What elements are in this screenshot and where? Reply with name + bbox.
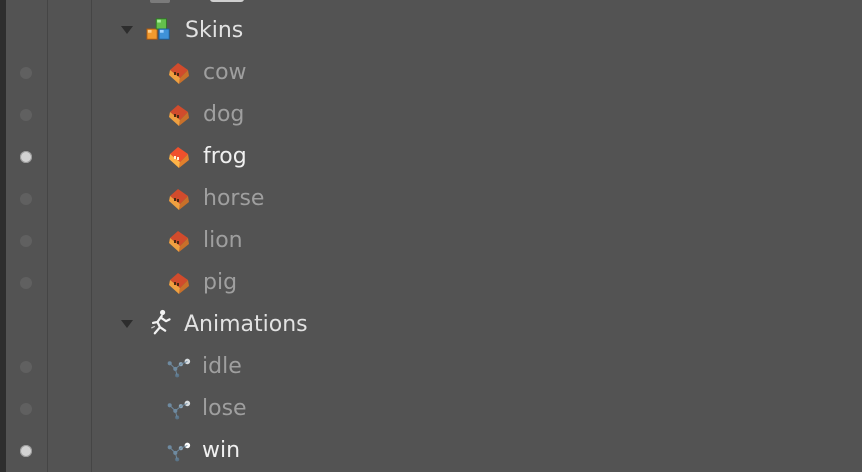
tree-node-skin[interactable]: lion — [0, 220, 862, 262]
tree-node-label: horse — [203, 186, 265, 211]
visibility-dot[interactable] — [20, 193, 32, 205]
collapse-triangle-icon[interactable] — [121, 320, 133, 328]
tree-node-label: win — [202, 438, 241, 463]
skin-icon — [169, 147, 189, 168]
tree-node-label: Skins — [185, 18, 244, 43]
tree-node-skins[interactable]: Skins — [0, 10, 862, 52]
animation-node-icon — [167, 400, 191, 420]
tree-node-animation[interactable]: idle — [0, 346, 862, 388]
tree-node-label: idle — [202, 354, 242, 379]
tree-node-animations[interactable]: Animations — [0, 304, 862, 346]
tree-node-label: lose — [202, 396, 247, 421]
animation-run-icon — [151, 309, 171, 335]
cropped-tree-label — [210, 0, 244, 2]
animation-node-icon — [167, 358, 191, 378]
tree-node-label: pig — [203, 270, 238, 295]
visibility-dot[interactable] — [20, 235, 32, 247]
tree-node-animation[interactable]: lose — [0, 388, 862, 430]
skins-icon — [146, 18, 170, 40]
collapse-triangle-icon[interactable] — [121, 26, 133, 34]
tree-node-label: dog — [203, 102, 245, 127]
tree-node-label: frog — [203, 144, 247, 169]
skin-icon — [169, 231, 189, 252]
animation-node-icon — [167, 442, 191, 462]
tree-node-skin[interactable]: cow — [0, 52, 862, 94]
visibility-dot[interactable] — [20, 361, 32, 373]
tree-node-skin[interactable]: pig — [0, 262, 862, 304]
tree-node-skin-active[interactable]: frog — [0, 136, 862, 178]
skin-icon — [169, 189, 189, 210]
tree-node-animation-active[interactable]: win — [0, 430, 862, 472]
tree-node-label: Animations — [184, 312, 308, 337]
tree-node-label: lion — [203, 228, 243, 253]
skin-icon — [169, 105, 189, 126]
visibility-dot-active[interactable] — [20, 151, 32, 163]
visibility-dot[interactable] — [20, 67, 32, 79]
tree-node-skin[interactable]: horse — [0, 178, 862, 220]
visibility-dot[interactable] — [20, 277, 32, 289]
visibility-dot[interactable] — [20, 403, 32, 415]
visibility-dot-active[interactable] — [20, 445, 32, 457]
skin-icon — [169, 63, 189, 84]
hierarchy-tree-panel: Skins cow dog frog horse lion pig Animat… — [0, 0, 862, 472]
tree-node-label: cow — [203, 60, 247, 85]
visibility-dot[interactable] — [20, 109, 32, 121]
tree-node-skin[interactable]: dog — [0, 94, 862, 136]
skin-icon — [169, 273, 189, 294]
cropped-folder-icon — [150, 0, 170, 3]
